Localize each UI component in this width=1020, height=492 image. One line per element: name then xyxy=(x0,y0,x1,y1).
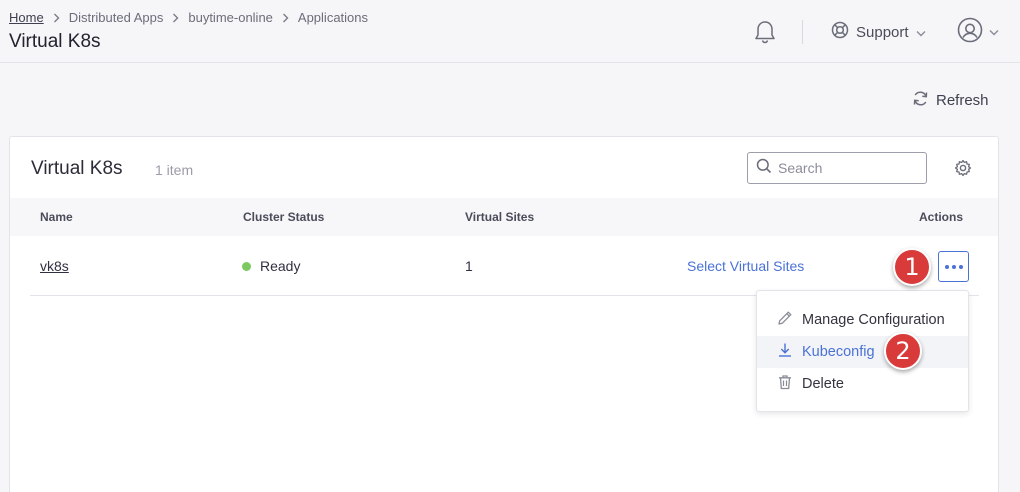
breadcrumb-home[interactable]: Home xyxy=(9,10,44,25)
menu-item-kubeconfig[interactable]: Kubeconfig xyxy=(757,336,968,368)
gear-icon[interactable] xyxy=(953,158,973,178)
user-menu-button[interactable] xyxy=(957,17,999,48)
cluster-status: Ready xyxy=(242,258,300,274)
page-title: Virtual K8s xyxy=(9,31,101,52)
step-badge-2: 2 xyxy=(884,332,922,370)
user-icon xyxy=(957,17,983,48)
card-title: Virtual K8s xyxy=(31,158,123,179)
item-count: 1 item xyxy=(155,162,194,178)
refresh-button[interactable]: Refresh xyxy=(912,90,989,110)
breadcrumb: Home Distributed Apps buytime-online App… xyxy=(9,10,368,25)
top-header: Home Distributed Apps buytime-online App… xyxy=(0,0,1020,63)
support-icon xyxy=(831,21,849,43)
menu-item-label: Delete xyxy=(802,376,844,392)
menu-item-delete[interactable]: Delete xyxy=(757,368,968,400)
chevron-down-icon xyxy=(989,23,999,41)
menu-item-label: Manage Configuration xyxy=(802,312,945,328)
column-header-cluster-status[interactable]: Cluster Status xyxy=(243,210,324,224)
bell-icon[interactable] xyxy=(752,18,778,46)
breadcrumb-namespace[interactable]: buytime-online xyxy=(188,10,273,25)
step-badge-1: 1 xyxy=(893,248,931,286)
chevron-right-icon xyxy=(53,13,60,23)
dot xyxy=(951,264,956,269)
chevron-right-icon xyxy=(282,13,289,23)
support-label: Support xyxy=(856,23,909,41)
table-row: vk8s Ready 1 Select Virtual Sites xyxy=(30,236,979,296)
search-input[interactable] xyxy=(778,160,918,176)
header-divider xyxy=(802,20,803,44)
download-icon xyxy=(777,342,793,362)
select-virtual-sites-link[interactable]: Select Virtual Sites xyxy=(687,258,804,274)
support-menu-button[interactable]: Support xyxy=(831,20,926,44)
column-header-name[interactable]: Name xyxy=(40,210,73,224)
status-label: Ready xyxy=(260,258,301,274)
column-header-virtual-sites[interactable]: Virtual Sites xyxy=(465,210,534,224)
more-actions-button[interactable] xyxy=(938,251,969,282)
status-dot-icon xyxy=(242,261,251,271)
actions-dropdown-menu: Manage Configuration Kubeconfig Delete xyxy=(756,290,969,412)
breadcrumb-applications[interactable]: Applications xyxy=(298,10,368,25)
search-box[interactable] xyxy=(747,152,927,184)
pencil-icon xyxy=(777,310,793,330)
refresh-label: Refresh xyxy=(936,91,989,109)
breadcrumb-distributed-apps[interactable]: Distributed Apps xyxy=(69,10,164,25)
virtual-sites-count: 1 xyxy=(465,258,473,274)
refresh-icon xyxy=(912,90,929,111)
menu-item-manage-configuration[interactable]: Manage Configuration xyxy=(757,304,968,336)
table-header: Name Cluster Status Virtual Sites Action… xyxy=(10,198,998,236)
search-icon xyxy=(756,158,772,179)
column-header-actions: Actions xyxy=(919,210,964,224)
dot xyxy=(944,264,949,269)
trash-icon xyxy=(777,374,793,394)
dot xyxy=(958,264,963,269)
chevron-down-icon xyxy=(916,24,926,41)
vk8s-name-link[interactable]: vk8s xyxy=(40,258,69,274)
chevron-right-icon xyxy=(172,13,179,23)
menu-item-label: Kubeconfig xyxy=(802,344,875,360)
